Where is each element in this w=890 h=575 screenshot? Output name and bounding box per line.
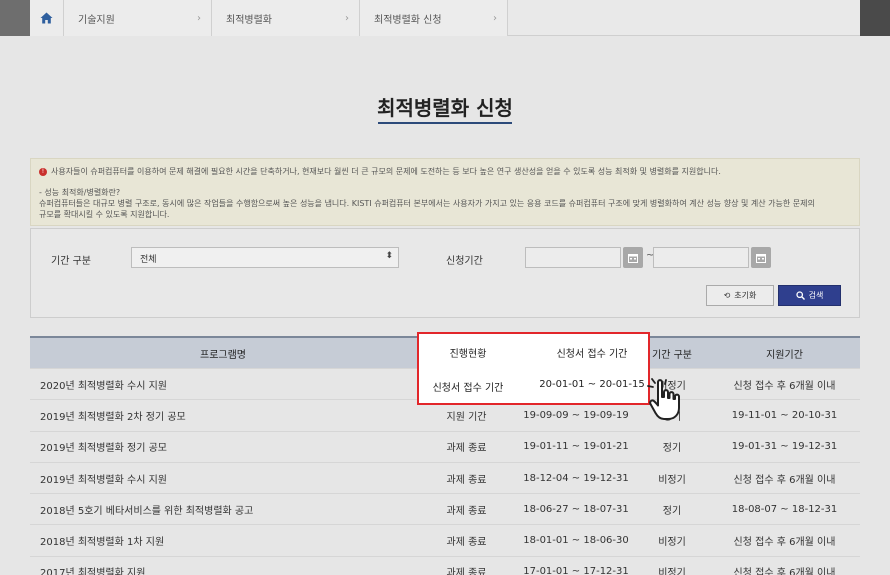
breadcrumb-label: 기술지원	[78, 14, 115, 26]
notice-line-4: 규모를 확대시킬 수 있도록 지원합니다.	[39, 210, 170, 219]
home-icon	[40, 12, 53, 24]
right-edge-panel	[860, 0, 890, 36]
page-title: 최적병렬화 신청	[377, 96, 513, 120]
highlight-application-period-value: 20-01-01 ~ 20-01-15	[539, 379, 645, 390]
period-type-cell: 비정기	[658, 568, 686, 575]
search-button-label: 검색	[808, 291, 824, 300]
breadcrumb-item-application[interactable]: 최적병렬화 신청 ›	[360, 0, 508, 36]
status-cell: 과제 종료	[446, 537, 487, 549]
breadcrumb-item-tech-support[interactable]: 기술지원 ›	[64, 0, 212, 36]
application-period-cell: 18-12-04 ~ 19-12-31	[523, 472, 629, 484]
program-name-link[interactable]: 2020년 최적병렬화 수시 지원	[30, 377, 416, 392]
highlight-status-value: 신청서 접수 기간	[432, 383, 504, 394]
chevron-right-icon: ›	[345, 12, 349, 24]
application-period-cell: 19-01-11 ~ 19-01-21	[523, 441, 629, 453]
breadcrumb-label: 최적병렬화 신청	[374, 14, 442, 26]
calendar-icon	[628, 253, 638, 263]
period-type-cell: 정기	[662, 505, 682, 517]
program-name-link[interactable]: 2019년 최적병렬화 2차 정기 공모	[30, 408, 416, 423]
breadcrumb-item-parallelization[interactable]: 최적병렬화 ›	[212, 0, 360, 36]
notice-box: ! 사용자들이 슈퍼컴퓨터를 이용하여 문제 해결에 필요한 시간을 단축하거나,…	[30, 158, 860, 226]
left-edge-panel	[0, 0, 30, 36]
period-type-cell: 비정기	[658, 474, 686, 486]
notice-text-1: 사용자들이 슈퍼컴퓨터를 이용하여 문제 해결에 필요한 시간을 단축하거나, …	[51, 167, 721, 176]
program-name-link[interactable]: 2018년 5호기 베타서비스를 위한 최적병렬화 공고	[30, 502, 416, 517]
status-cell: 과제 종료	[446, 474, 487, 486]
highlight-callout: 진행현황 신청서 접수 기간 신청서 접수 기간 20-01-01 ~ 20-0…	[417, 332, 650, 405]
period-type-label: 기간 구분	[51, 256, 91, 267]
application-period-cell: 18-06-27 ~ 18-07-31	[523, 503, 629, 515]
alert-icon: !	[39, 167, 47, 176]
notice-line-3: 슈퍼컴퓨터들은 대규모 병렬 구조로, 동시에 많은 작업들을 수행함으로써 높…	[39, 199, 815, 208]
support-period-cell: 19-11-01 ~ 20-10-31	[731, 409, 838, 421]
breadcrumb-home[interactable]	[30, 0, 64, 36]
period-type-cell: 정기	[662, 443, 682, 455]
application-period-cell: 19-09-09 ~ 19-09-19	[523, 409, 629, 421]
period-type-value: 전체	[140, 255, 157, 265]
reset-button[interactable]: ⟲ 초기화	[706, 285, 774, 306]
status-cell: 지원 기간	[446, 411, 487, 423]
period-type-cell: 비정기	[658, 537, 686, 549]
title-underline	[378, 122, 512, 124]
support-period-cell: 신청 접수 후 6개월 이내	[733, 537, 836, 549]
application-period-cell: 17-01-01 ~ 17-12-31	[523, 566, 629, 575]
program-name-link[interactable]: 2018년 최적병렬화 1차 지원	[30, 533, 416, 548]
search-button[interactable]: 검색	[778, 285, 841, 306]
table-row[interactable]: 2018년 최적병렬화 1차 지원 과제 종료 18-01-01 ~ 18-06…	[30, 525, 860, 557]
refresh-icon: ⟲	[723, 291, 731, 300]
program-name-link[interactable]: 2019년 최적병렬화 정기 공모	[30, 439, 416, 454]
search-filter-panel: 기간 구분 전체 ⬍ 신청기간 ~ ⟲ 초기화 검색	[30, 228, 860, 318]
start-date-input[interactable]	[525, 247, 621, 268]
support-period-cell: 신청 접수 후 6개월 이내	[733, 474, 836, 486]
table-row[interactable]: 2017년 최적병렬화 지원 과제 종료 17-01-01 ~ 17-12-31…	[30, 557, 860, 575]
chevron-right-icon: ›	[197, 12, 201, 24]
breadcrumb-label: 최적병렬화	[226, 14, 272, 26]
end-date-input[interactable]	[653, 247, 749, 268]
apply-period-label: 신청기간	[446, 256, 483, 267]
top-navigation-bar: 기술지원 › 최적병렬화 › 최적병렬화 신청 ›	[0, 0, 890, 36]
support-period-cell: 신청 접수 후 6개월 이내	[733, 380, 836, 392]
support-period-cell: 19-01-31 ~ 19-12-31	[731, 441, 838, 453]
end-date-calendar-button[interactable]	[751, 247, 771, 268]
chevron-right-icon: ›	[493, 12, 497, 24]
period-type-select[interactable]: 전체 ⬍	[131, 247, 399, 268]
header-program-name[interactable]: 프로그램명	[30, 346, 416, 361]
breadcrumb: 기술지원 › 최적병렬화 › 최적병렬화 신청 ›	[30, 0, 508, 36]
status-cell: 과제 종료	[446, 568, 487, 575]
hand-pointer-icon	[647, 378, 680, 420]
highlight-header-status: 진행현황	[449, 349, 487, 360]
program-name-link[interactable]: 2019년 최적병렬화 수시 지원	[30, 471, 416, 486]
table-row[interactable]: 2018년 5호기 베타서비스를 위한 최적병렬화 공고 과제 종료 18-06…	[30, 494, 860, 526]
table-row[interactable]: 2019년 최적병렬화 수시 지원 과제 종료 18-12-04 ~ 19-12…	[30, 463, 860, 495]
support-period-cell: 18-08-07 ~ 18-12-31	[731, 503, 838, 515]
highlight-header-application-period: 신청서 접수 기간	[556, 349, 628, 360]
table-row[interactable]: 2019년 최적병렬화 정기 공모 과제 종료 19-01-11 ~ 19-01…	[30, 432, 860, 463]
header-support-period[interactable]: 지원기간	[709, 346, 860, 361]
search-icon	[795, 291, 805, 300]
application-period-cell: 18-01-01 ~ 18-06-30	[523, 535, 629, 547]
status-cell: 과제 종료	[446, 443, 487, 455]
program-name-link[interactable]: 2017년 최적병렬화 지원	[30, 564, 416, 575]
select-arrow-icon: ⬍	[385, 251, 393, 261]
support-period-cell: 신청 접수 후 6개월 이내	[733, 568, 836, 575]
start-date-calendar-button[interactable]	[623, 247, 643, 268]
reset-button-label: 초기화	[734, 291, 757, 300]
notice-line-1: ! 사용자들이 슈퍼컴퓨터를 이용하여 문제 해결에 필요한 시간을 단축하거나,…	[39, 166, 851, 177]
calendar-icon	[756, 253, 766, 263]
notice-line-2: - 성능 최적화/병렬화란?	[39, 188, 121, 197]
status-cell: 과제 종료	[446, 505, 487, 517]
